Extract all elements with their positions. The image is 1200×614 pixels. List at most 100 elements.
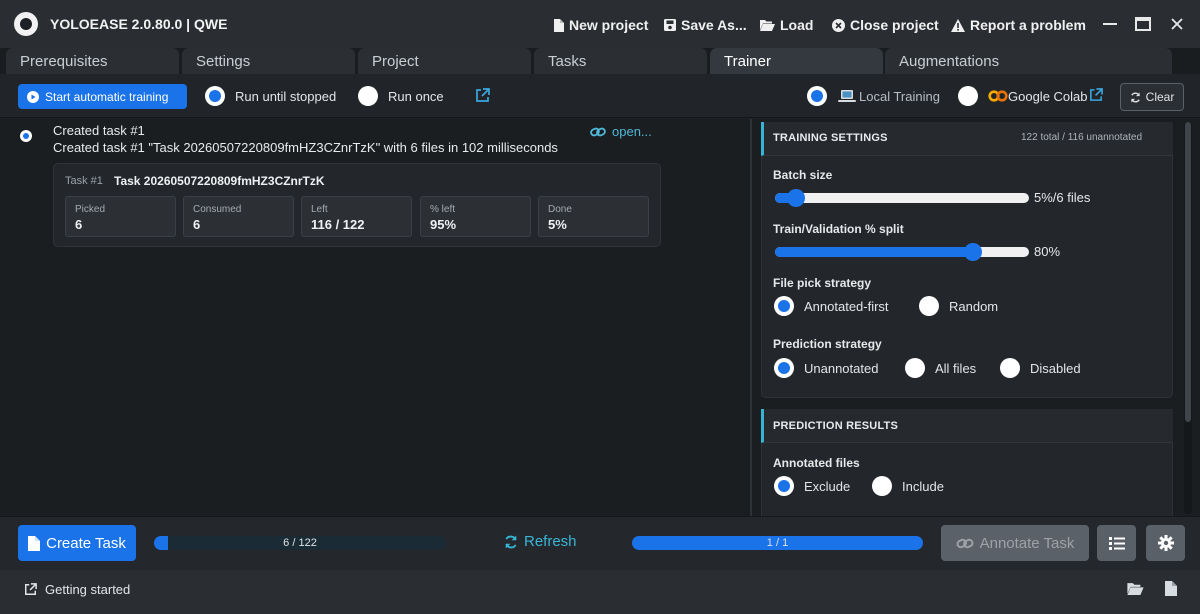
radio-unselected-icon: [919, 296, 939, 316]
batch-size-value: 5%/6 files: [1034, 190, 1091, 205]
slider-thumb[interactable]: [963, 243, 982, 261]
local-training-radio[interactable]: Local Training: [807, 86, 940, 106]
predict-all-files-radio[interactable]: All files: [905, 358, 976, 378]
app-logo-icon: [14, 12, 38, 36]
scrollbar-thumb[interactable]: [1185, 122, 1191, 422]
list-icon: [1108, 536, 1125, 550]
stat-label: Done: [548, 204, 572, 215]
load-label: Load: [780, 17, 814, 33]
google-colab-radio[interactable]: Google Colab: [958, 86, 1088, 106]
batch-size-label: Batch size: [773, 168, 833, 182]
pick-annotated-first-radio[interactable]: Annotated-first: [774, 296, 889, 316]
new-project-label: New project: [569, 17, 649, 33]
train-validation-split-slider[interactable]: [775, 243, 1029, 261]
option-label: Random: [949, 298, 999, 314]
stat-picked: Picked 6: [65, 196, 176, 237]
radio-selected-icon: [774, 476, 794, 496]
stat-value: 5%: [548, 217, 567, 232]
getting-started-link[interactable]: Getting started: [24, 582, 130, 597]
external-link-icon[interactable]: [475, 88, 490, 103]
predict-disabled-radio[interactable]: Disabled: [1000, 358, 1081, 378]
stat-done: Done 5%: [538, 196, 649, 237]
annotate-task-button[interactable]: Annotate Task: [941, 525, 1089, 561]
file-icon: [28, 535, 41, 551]
folder-open-icon: [760, 19, 775, 31]
annotated-exclude-radio[interactable]: Exclude: [774, 476, 850, 496]
new-project-button[interactable]: New project: [553, 15, 648, 35]
open-task-link[interactable]: open...: [590, 124, 652, 139]
run-until-stopped-radio[interactable]: Run until stopped: [205, 86, 336, 106]
run-once-radio[interactable]: Run once: [358, 86, 444, 106]
refresh-label: Refresh: [524, 533, 577, 550]
run-once-label: Run once: [388, 88, 444, 104]
tab-augmentations[interactable]: Augmentations: [885, 48, 1172, 74]
close-circle-icon: [832, 18, 845, 32]
stat-value: 6: [75, 217, 83, 232]
minimize-button[interactable]: [1097, 12, 1123, 36]
progress-text: 1 / 1: [766, 537, 789, 549]
progress-text: 6 / 122: [283, 537, 317, 549]
annotated-include-radio[interactable]: Include: [872, 476, 944, 496]
predict-unannotated-radio[interactable]: Unannotated: [774, 358, 878, 378]
radio-unselected-icon: [872, 476, 892, 496]
clear-button[interactable]: Clear: [1120, 83, 1184, 111]
batch-size-slider[interactable]: [775, 189, 1029, 207]
report-problem-button[interactable]: Report a problem: [951, 15, 1086, 35]
tab-settings[interactable]: Settings: [182, 48, 355, 74]
radio-unselected-icon: [958, 86, 978, 106]
task-list-button[interactable]: [1097, 525, 1136, 561]
file-icon[interactable]: [1165, 581, 1177, 596]
training-summary: 122 total / 116 unannotated: [1021, 132, 1143, 143]
maximize-button[interactable]: [1130, 12, 1156, 36]
close-window-button[interactable]: [1164, 12, 1190, 36]
colab-external-link-icon[interactable]: [1089, 88, 1103, 102]
log-entry-title: Created task #1: [53, 123, 145, 138]
open-link-label: open...: [612, 124, 652, 139]
save-as-button[interactable]: Save As...: [664, 15, 747, 35]
getting-started-label: Getting started: [45, 582, 131, 597]
start-training-label: Start automatic training: [45, 89, 169, 104]
gear-icon: [1157, 535, 1174, 551]
settings-button[interactable]: [1146, 525, 1185, 561]
stat-label: Picked: [75, 204, 106, 215]
option-label: Disabled: [1030, 360, 1081, 376]
tab-project[interactable]: Project: [358, 48, 531, 74]
task-progress-bar: 6 / 122: [154, 536, 446, 550]
create-task-label: Create Task: [46, 534, 126, 552]
close-project-label: Close project: [850, 17, 939, 33]
close-icon: [1171, 18, 1183, 30]
slider-thumb[interactable]: [786, 189, 805, 207]
option-label: All files: [935, 360, 977, 376]
stat-value: 116 / 122: [311, 217, 365, 232]
task-card-name: Task 20260507220809fmHZ3CZnrTzK: [114, 174, 325, 188]
annotation-progress-bar: 1 / 1: [632, 536, 923, 550]
annotated-files-label: Annotated files: [773, 456, 860, 470]
start-training-button[interactable]: Start automatic training: [18, 84, 187, 109]
local-training-label: Local Training: [859, 88, 940, 104]
app-title: YOLOEASE 2.0.80.0 | QWE: [50, 16, 228, 32]
split-value: 80%: [1034, 244, 1061, 259]
google-colab-label: Google Colab: [1008, 88, 1088, 104]
refresh-button[interactable]: Refresh: [504, 533, 577, 550]
create-task-button[interactable]: Create Task: [18, 525, 136, 561]
report-problem-label: Report a problem: [970, 17, 1086, 33]
option-label: Include: [902, 478, 944, 494]
option-label: Exclude: [804, 478, 851, 494]
tab-prerequisites[interactable]: Prerequisites: [6, 48, 179, 74]
folder-open-icon[interactable]: [1127, 582, 1144, 595]
stat-value: 6: [193, 217, 201, 232]
radio-unselected-icon: [905, 358, 925, 378]
tab-bar: Prerequisites Settings Project Tasks Tra…: [0, 48, 1200, 74]
stat-value: 95%: [430, 217, 457, 232]
close-project-button[interactable]: Close project: [832, 15, 939, 35]
radio-selected-icon: [807, 86, 827, 106]
maximize-icon: [1135, 17, 1151, 31]
load-button[interactable]: Load: [760, 15, 813, 35]
clear-label: Clear: [1145, 90, 1175, 104]
tab-trainer[interactable]: Trainer: [710, 48, 883, 74]
tab-tasks[interactable]: Tasks: [534, 48, 707, 74]
stat-label: Consumed: [193, 204, 242, 215]
stat-label: Left: [311, 204, 328, 215]
pick-random-radio[interactable]: Random: [919, 296, 998, 316]
colab-logo-icon: [988, 90, 1008, 102]
